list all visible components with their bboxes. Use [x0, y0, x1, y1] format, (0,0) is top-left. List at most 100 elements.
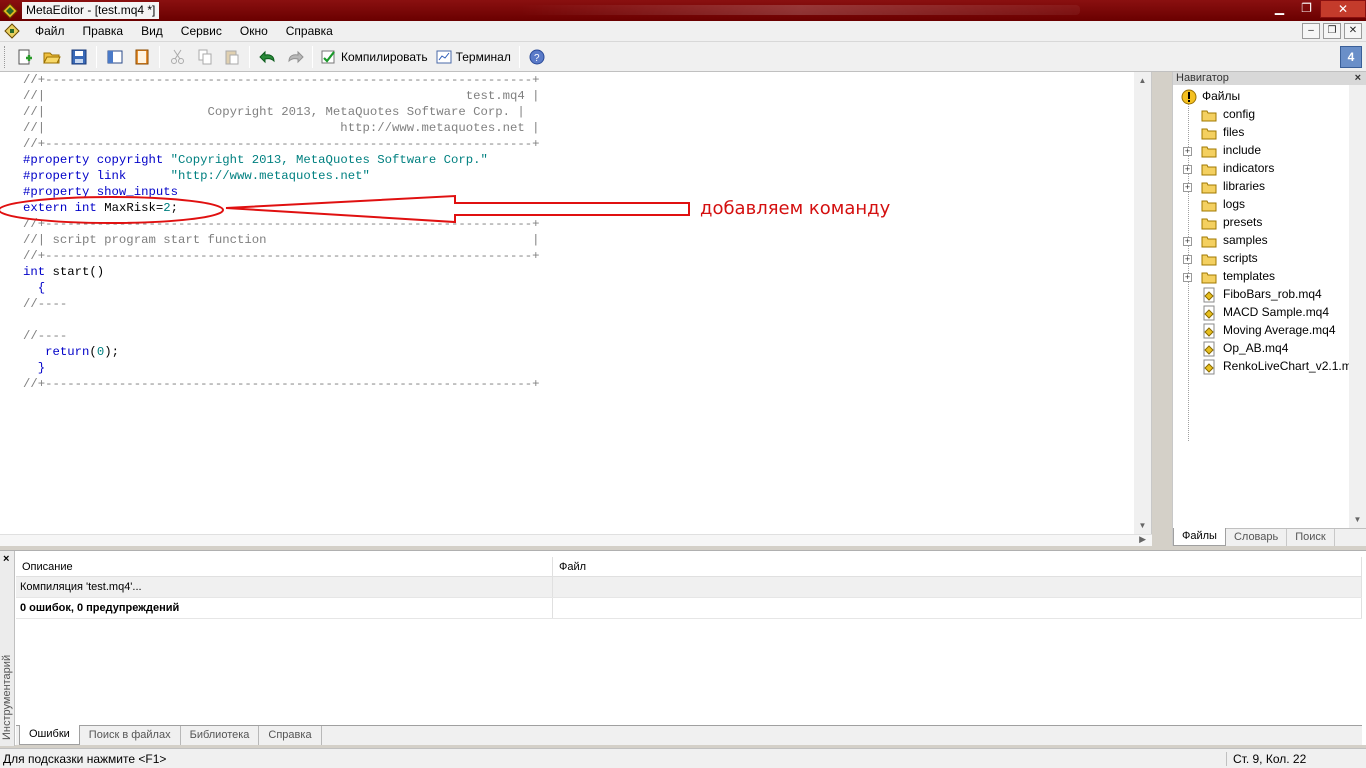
expand-icon[interactable]: + [1183, 147, 1192, 156]
compile-button[interactable]: Компилировать [317, 45, 432, 68]
new-file-button[interactable] [13, 45, 36, 68]
tab-find-in-files[interactable]: Поиск в файлах [80, 726, 181, 745]
code-line[interactable]: } [23, 360, 540, 376]
tree-item-scripts[interactable]: + scripts [1173, 250, 1366, 268]
code-token: //---- [23, 329, 68, 343]
tab-help[interactable]: Справка [259, 726, 322, 745]
menu-edit[interactable]: Правка [74, 21, 133, 42]
navigator-toggle-button[interactable] [103, 45, 126, 68]
terminal-button[interactable]: Терминал [432, 45, 515, 68]
menu-help[interactable]: Справка [277, 21, 342, 42]
help-button[interactable]: ? [526, 45, 549, 68]
column-description[interactable]: Описание [16, 557, 553, 576]
mdi-minimize-button[interactable]: – [1302, 23, 1320, 39]
code-line[interactable]: #property link "http://www.metaquotes.ne… [23, 168, 540, 184]
table-row[interactable]: Компиляция 'test.mq4'... [16, 577, 1362, 598]
expand-icon[interactable]: + [1183, 183, 1192, 192]
copy-button[interactable] [193, 45, 216, 68]
close-window-button[interactable]: ✕ [1320, 0, 1366, 18]
scissors-icon [170, 49, 184, 64]
code-token: ); [104, 345, 119, 359]
document-icon[interactable] [4, 23, 20, 39]
tree-item-renkolivechart-v2-1-mq4[interactable]: RenkoLiveChart_v2.1.mq4 [1173, 358, 1366, 376]
code-line[interactable]: //+-------------------------------------… [23, 376, 540, 392]
menu-view[interactable]: Вид [132, 21, 172, 42]
code-line[interactable] [23, 312, 540, 328]
code-token: //+-------------------------------------… [23, 137, 540, 151]
navigator-scrollbar[interactable]: ▼ [1349, 85, 1366, 528]
code-line[interactable]: //| test.mq4 | [23, 88, 540, 104]
paste-button[interactable] [220, 45, 243, 68]
expand-icon[interactable]: + [1183, 273, 1192, 282]
tree-item-files[interactable]: files [1173, 124, 1366, 142]
code-line[interactable]: //---- [23, 296, 540, 312]
warning-icon [1181, 89, 1197, 105]
tab-errors[interactable]: Ошибки [19, 725, 80, 745]
code-line[interactable]: return(0); [23, 344, 540, 360]
tree-item-indicators[interactable]: + indicators [1173, 160, 1366, 178]
tree-item-label: logs [1223, 197, 1246, 211]
tab-library[interactable]: Библиотека [181, 726, 260, 745]
code-line[interactable]: //+-------------------------------------… [23, 136, 540, 152]
code-line[interactable]: //| http://www.metaquotes.net | [23, 120, 540, 136]
minimize-window-button[interactable]: ▁ [1266, 0, 1293, 18]
tree-item-templates[interactable]: + templates [1173, 268, 1366, 286]
tree-item-moving-average-mq4[interactable]: Moving Average.mq4 [1173, 322, 1366, 340]
tree-item-macd-sample-mq4[interactable]: MACD Sample.mq4 [1173, 304, 1366, 322]
undo-button[interactable] [256, 45, 279, 68]
tree-item-libraries[interactable]: + libraries [1173, 178, 1366, 196]
cut-button[interactable] [166, 45, 189, 68]
menu-window[interactable]: Окно [231, 21, 277, 42]
editor-horizontal-scrollbar[interactable]: ▶ [0, 534, 1152, 546]
scroll-down-icon[interactable]: ▼ [1134, 517, 1151, 534]
tree-item-presets[interactable]: presets [1173, 214, 1366, 232]
redo-button[interactable] [283, 45, 306, 68]
column-file[interactable]: Файл [553, 557, 1362, 576]
tab-files[interactable]: Файлы [1173, 528, 1226, 546]
code-line[interactable]: extern int MaxRisk=2; [23, 200, 540, 216]
tree-item-label: libraries [1223, 179, 1266, 193]
mdi-restore-button[interactable]: ❐ [1323, 23, 1341, 39]
tree-item-fibobars-rob-mq4[interactable]: FiboBars_rob.mq4 [1173, 286, 1366, 304]
save-button[interactable] [67, 45, 90, 68]
menu-tools[interactable]: Сервис [172, 21, 231, 42]
code-editor[interactable]: //+-------------------------------------… [0, 72, 1152, 546]
code-text[interactable]: //+-------------------------------------… [23, 72, 540, 392]
code-line[interactable]: //+-------------------------------------… [23, 72, 540, 88]
maximize-window-button[interactable]: ❐ [1293, 0, 1320, 18]
table-row[interactable]: 0 ошибок, 0 предупреждений [16, 598, 1362, 619]
navigator-close-icon[interactable]: × [1355, 72, 1361, 85]
code-line[interactable]: //---- [23, 328, 540, 344]
tree-item-include[interactable]: + include [1173, 142, 1366, 160]
code-line[interactable]: { [23, 280, 540, 296]
scroll-up-icon[interactable]: ▲ [1134, 72, 1151, 89]
mdi-close-button[interactable]: ✕ [1344, 23, 1362, 39]
toolbox-close-icon[interactable]: × [3, 553, 9, 565]
expand-icon[interactable]: + [1183, 237, 1192, 246]
code-line[interactable]: //| Copyright 2013, MetaQuotes Software … [23, 104, 540, 120]
code-line[interactable]: int start() [23, 264, 540, 280]
code-line[interactable]: #property show_inputs [23, 184, 540, 200]
expand-icon[interactable]: + [1183, 255, 1192, 264]
tree-item-samples[interactable]: + samples [1173, 232, 1366, 250]
code-line[interactable]: //| script program start function | [23, 232, 540, 248]
tree-item-config[interactable]: config [1173, 106, 1366, 124]
tree-item-logs[interactable]: logs [1173, 196, 1366, 214]
editor-vertical-scrollbar[interactable]: ▲ ▼ [1134, 72, 1151, 534]
notification-icon[interactable]: 4 [1340, 46, 1362, 68]
scroll-right-icon[interactable]: ▶ [1139, 534, 1146, 545]
dictionary-button[interactable] [130, 45, 153, 68]
tab-dictionary[interactable]: Словарь [1226, 529, 1288, 546]
code-token: //+-------------------------------------… [23, 249, 540, 263]
tree-root-files[interactable]: Файлы [1173, 88, 1366, 106]
menu-file[interactable]: Файл [26, 21, 74, 42]
open-button[interactable] [40, 45, 63, 68]
code-line[interactable]: #property copyright "Copyright 2013, Met… [23, 152, 540, 168]
code-line[interactable]: //+-------------------------------------… [23, 216, 540, 232]
tab-search[interactable]: Поиск [1287, 529, 1335, 546]
expand-icon[interactable]: + [1183, 165, 1192, 174]
folder-icon [1201, 164, 1217, 176]
tree-item-op-ab-mq4[interactable]: Op_AB.mq4 [1173, 340, 1366, 358]
code-line[interactable]: //+-------------------------------------… [23, 248, 540, 264]
nav-scroll-down-icon[interactable]: ▼ [1349, 515, 1366, 524]
